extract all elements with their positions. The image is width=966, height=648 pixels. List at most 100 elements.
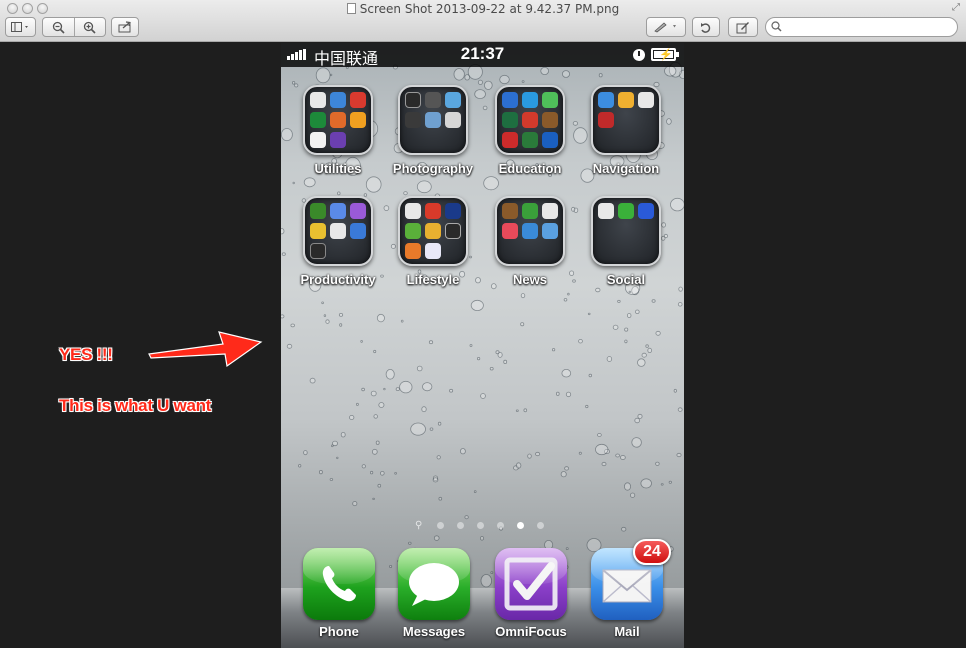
raindrop [303,177,316,188]
raindrop [416,180,432,194]
raindrop [385,368,395,380]
annotation-yes: YES !!! [59,345,113,364]
raindrop [551,348,556,352]
zoom-in-button[interactable] [75,21,106,34]
raindrop [573,127,588,144]
raindrop [395,387,400,392]
raindrop [595,443,609,456]
annotation-want: This is what U want [59,396,212,415]
page-indicator[interactable]: ⚲ [281,520,684,531]
page-dot [497,522,504,529]
page-dot [437,522,444,529]
raindrop [336,456,339,460]
raindrop [563,298,568,302]
raindrop [480,393,486,399]
folder-social[interactable] [591,196,661,266]
raindrop [515,462,522,469]
folder-label: Photography [392,161,474,176]
folder-label: Productivity [300,272,376,287]
search-icon [771,21,782,32]
search-field[interactable] [765,17,958,37]
raindrop [521,80,525,83]
raindrop [361,387,365,392]
raindrop [389,565,393,569]
messages-icon [409,563,459,606]
folder-label: Education [498,161,562,176]
raindrop [561,70,570,78]
raindrop [438,496,443,501]
folder-navigation[interactable] [591,85,661,155]
window-titlebar: Screen Shot 2013-09-22 at 9.42.37 PM.png… [0,0,966,42]
page-dot [477,522,484,529]
raindrop [661,235,666,241]
share-button[interactable] [111,17,139,37]
page-dot-active [517,522,524,529]
raindrop [484,80,493,90]
raindrop [661,222,667,228]
raindrop [631,437,642,448]
raindrop [477,356,481,361]
raindrop [612,324,619,330]
folder-utilities[interactable] [303,85,373,155]
raindrop [637,358,646,367]
raindrop [666,118,672,125]
raindrop [319,469,323,475]
folder-label: Social [606,272,646,287]
raindrop [540,66,550,75]
folder-education[interactable] [495,85,565,155]
raindrop [408,541,412,545]
raindrop [520,322,525,327]
rotate-button[interactable] [692,17,720,37]
raindrop [329,478,334,481]
raindrop [453,68,465,81]
folder-label: Lifestyle [406,272,460,287]
iphone-screenshot: 中国联通 21:37 ⚡ Utilities Photography Educa… [281,43,684,648]
raindrop [499,74,510,85]
raindrop [651,299,656,303]
raindrop [378,402,385,408]
raindrop [567,292,570,296]
status-bar: 中国联通 21:37 ⚡ [281,43,684,68]
raindrop [673,388,677,393]
raindrop [376,313,385,323]
raindrop [294,83,299,88]
raindrop [372,497,375,500]
raindrop [664,65,677,77]
raindrop [421,406,427,413]
raindrop [678,286,683,292]
omnifocus-app[interactable] [495,548,567,620]
phone-app[interactable] [303,548,375,620]
raindrop [474,89,486,99]
raindrop [628,290,632,293]
status-time: 21:37 [460,44,505,63]
raindrop [565,547,569,551]
zoom-out-icon [52,21,65,34]
raindrop [429,427,434,431]
raindrop [403,191,408,196]
folder-photography[interactable] [398,85,468,155]
raindrop [339,323,343,327]
zoom-out-button[interactable] [43,21,74,34]
folder-news[interactable] [495,196,565,266]
zoom-control [42,17,106,37]
raindrop [399,380,413,394]
folder-lifestyle[interactable] [398,196,468,266]
window-title: Screen Shot 2013-09-22 at 9.42.37 PM.png [0,2,966,16]
raindrop [571,206,576,212]
fullscreen-icon[interactable]: ⤢ [952,2,960,13]
omnifocus-check-icon [504,557,558,611]
raindrop [340,432,346,438]
raindrop [572,121,578,126]
edit-button[interactable] [728,17,758,37]
folder-productivity[interactable] [303,196,373,266]
raindrop [624,339,628,344]
raindrop [416,365,423,372]
annotate-button[interactable] [646,17,686,37]
raindrop [578,339,583,344]
raindrop [660,483,664,486]
messages-app[interactable] [398,548,470,620]
search-input[interactable] [784,20,952,35]
raindrop [655,330,661,336]
sidebar-view-button[interactable] [5,17,36,37]
zoom-in-icon [84,21,96,34]
